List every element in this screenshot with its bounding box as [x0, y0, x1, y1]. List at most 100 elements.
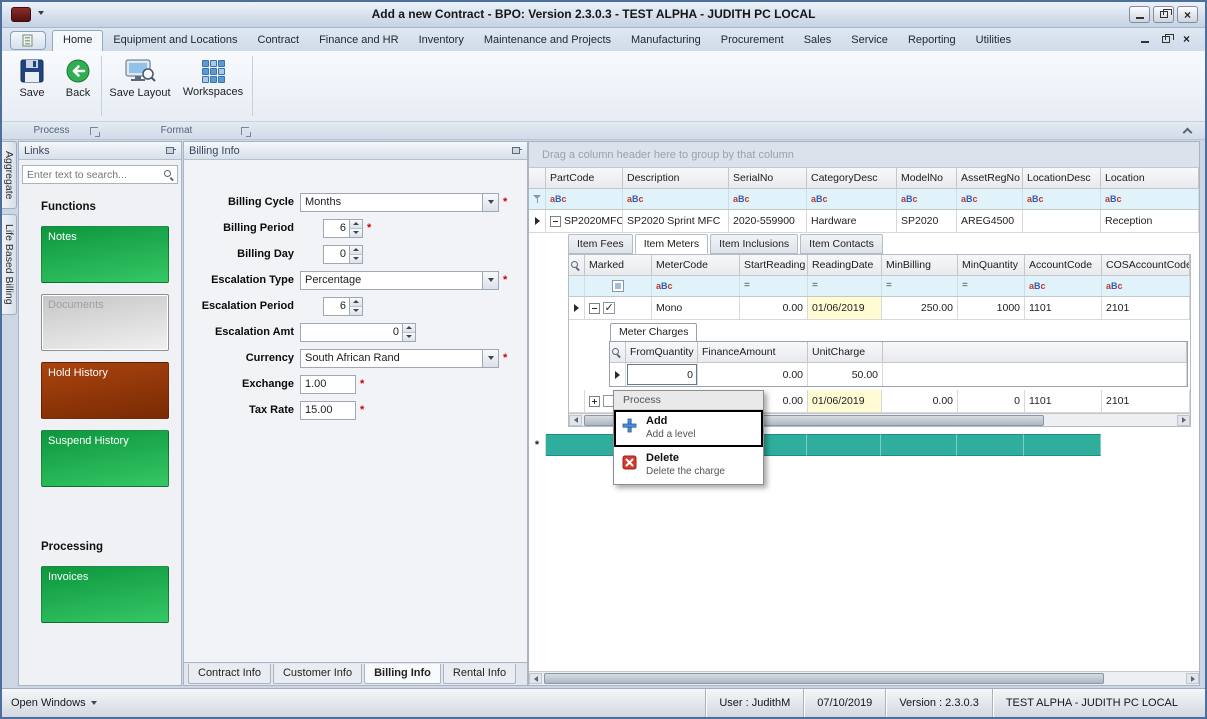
pin-icon[interactable]	[511, 145, 522, 156]
cell-accountcode[interactable]: 1101	[1025, 390, 1102, 412]
tab-contract[interactable]: Contract	[248, 31, 310, 51]
save-layout-button[interactable]: Save Layout	[109, 54, 171, 99]
search-input[interactable]	[23, 169, 163, 181]
escalation-period-stepper[interactable]: 6	[323, 297, 363, 316]
charge-row[interactable]: 0 0.00 50.00	[610, 363, 1187, 386]
cell-modelno[interactable]: SP2020	[897, 210, 957, 232]
cell-fromquantity-editing[interactable]: 0	[626, 363, 698, 386]
column-header-minbilling[interactable]: MinBilling	[882, 255, 958, 275]
filter-modelno[interactable]	[897, 189, 957, 209]
column-header-partcode[interactable]: PartCode	[546, 168, 623, 188]
column-header-categorydesc[interactable]: CategoryDesc	[807, 168, 897, 188]
cell-serialno[interactable]: 2020-559900	[729, 210, 807, 232]
charges-search-cell[interactable]	[610, 342, 626, 362]
cell-assetregno[interactable]: AREG4500	[957, 210, 1023, 232]
cell-cosaccountcode[interactable]: 2101	[1102, 297, 1190, 319]
app-icon[interactable]	[11, 7, 31, 22]
filter-marked[interactable]	[585, 276, 652, 296]
billing-period-stepper[interactable]: 6	[323, 219, 363, 238]
filter-location[interactable]	[1101, 189, 1199, 209]
cell-accountcode[interactable]: 1101	[1025, 297, 1102, 319]
spin-up-icon[interactable]	[350, 298, 362, 306]
spin-up-icon[interactable]	[403, 324, 415, 332]
tab-customer-info[interactable]: Customer Info	[273, 664, 362, 684]
exchange-field[interactable]: 1.00	[300, 375, 356, 394]
column-header-description[interactable]: Description	[623, 168, 729, 188]
filter-locationdesc[interactable]	[1023, 189, 1101, 209]
filter-accountcode[interactable]	[1025, 276, 1102, 296]
side-tab-life-based-billing[interactable]: Life Based Billing	[2, 214, 17, 315]
process-group-launcher-icon[interactable]	[90, 127, 98, 135]
dropdown-button[interactable]	[482, 194, 498, 211]
column-header-serialno[interactable]: SerialNo	[729, 168, 807, 188]
spin-up-icon[interactable]	[350, 246, 362, 254]
cell-readingdate[interactable]: 01/06/2019	[808, 297, 882, 319]
tab-item-meters[interactable]: Item Meters	[635, 234, 708, 254]
workspaces-button[interactable]: Workspaces	[180, 54, 246, 98]
tab-maintenance-and-projects[interactable]: Maintenance and Projects	[474, 31, 621, 51]
column-header-fromquantity[interactable]: FromQuantity	[626, 342, 698, 362]
tab-contract-info[interactable]: Contract Info	[188, 664, 271, 684]
cell-categorydesc[interactable]: Hardware	[807, 210, 897, 232]
new-row-cell[interactable]	[807, 434, 881, 456]
tab-home[interactable]: Home	[52, 30, 103, 51]
spin-down-icon[interactable]	[350, 254, 362, 263]
documents-button[interactable]: Documents	[41, 294, 169, 351]
cell-locationdesc[interactable]	[1023, 210, 1101, 232]
quick-access-caret-icon[interactable]	[38, 11, 44, 15]
filter-minquantity[interactable]	[958, 276, 1025, 296]
pin-icon[interactable]	[165, 145, 176, 156]
new-row-cell[interactable]	[881, 434, 957, 456]
mdi-close-button[interactable]: ×	[1178, 32, 1195, 46]
tab-item-fees[interactable]: Item Fees	[568, 234, 633, 254]
scrollbar-thumb[interactable]	[544, 673, 1104, 684]
mdi-minimize-button[interactable]	[1136, 32, 1153, 46]
collapse-ribbon-icon[interactable]	[1183, 128, 1193, 138]
restore-button[interactable]	[1153, 6, 1174, 23]
spin-down-icon[interactable]	[350, 306, 362, 315]
checkbox-checked-icon[interactable]	[603, 302, 615, 314]
filter-assetregno[interactable]	[957, 189, 1023, 209]
tab-utilities[interactable]: Utilities	[966, 31, 1021, 51]
scroll-right-icon[interactable]	[1186, 673, 1199, 684]
tab-item-inclusions[interactable]: Item Inclusions	[710, 234, 798, 254]
spin-down-icon[interactable]	[350, 228, 362, 237]
filter-metercode[interactable]	[652, 276, 740, 296]
column-header-financeamount[interactable]: FinanceAmount	[698, 342, 808, 362]
column-header-assetregno[interactable]: AssetRegNo	[957, 168, 1023, 188]
tab-equipment-and-locations[interactable]: Equipment and Locations	[103, 31, 247, 51]
column-header-unitcharge[interactable]: UnitCharge	[808, 342, 883, 362]
menu-item-delete[interactable]: Delete Delete the charge	[614, 447, 763, 484]
tab-manufacturing[interactable]: Manufacturing	[621, 31, 711, 51]
save-button[interactable]: Save	[6, 54, 58, 99]
filter-cosaccountcode[interactable]	[1102, 276, 1190, 296]
filter-minbilling[interactable]	[882, 276, 958, 296]
tab-rental-info[interactable]: Rental Info	[443, 664, 516, 684]
hold-history-button[interactable]: Hold History	[41, 362, 169, 419]
cell-startreading[interactable]: 0.00	[740, 297, 808, 319]
cell-minbilling[interactable]: 0.00	[882, 390, 958, 412]
scroll-left-icon[interactable]	[569, 415, 582, 426]
back-button[interactable]: Back	[52, 54, 104, 99]
side-tab-aggregate[interactable]: Aggregate	[2, 141, 17, 209]
cell-readingdate[interactable]: 01/06/2019	[808, 390, 882, 412]
checkbox-indeterminate-icon[interactable]	[612, 280, 624, 292]
tab-service[interactable]: Service	[841, 31, 898, 51]
cell-financeamount[interactable]: 0.00	[698, 363, 808, 386]
column-header-metercode[interactable]: MeterCode	[652, 255, 740, 275]
scrollbar-track[interactable]	[542, 673, 1186, 684]
expand-row-icon[interactable]	[589, 396, 600, 407]
filter-serialno[interactable]	[729, 189, 807, 209]
column-header-accountcode[interactable]: AccountCode	[1025, 255, 1102, 275]
collapse-row-icon[interactable]	[550, 216, 561, 227]
cell-metercode[interactable]: Mono	[652, 297, 740, 319]
billing-cycle-dropdown[interactable]: Months	[300, 193, 499, 212]
column-header-readingdate[interactable]: ReadingDate	[808, 255, 882, 275]
new-row-cell[interactable]	[1024, 434, 1101, 456]
close-button[interactable]: ×	[1177, 6, 1198, 23]
open-windows-button[interactable]: Open Windows	[2, 697, 97, 709]
column-header-location[interactable]: Location	[1101, 168, 1199, 188]
meters-search-cell[interactable]	[569, 255, 585, 275]
filter-categorydesc[interactable]	[807, 189, 897, 209]
file-menu-button[interactable]	[10, 31, 46, 50]
